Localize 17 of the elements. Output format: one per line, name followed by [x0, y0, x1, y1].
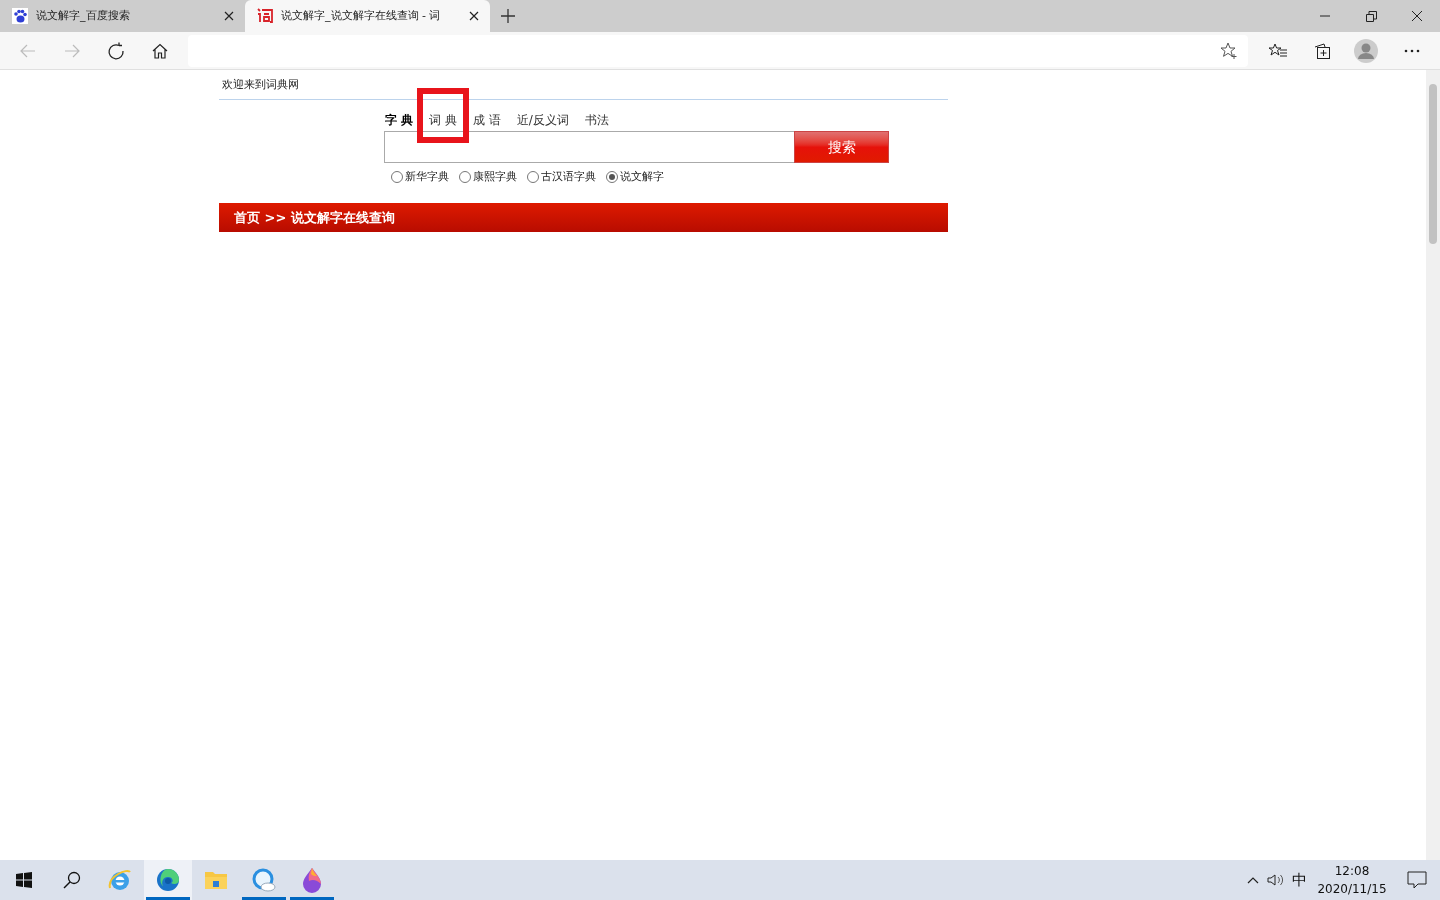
- radio-label: 古汉语字典: [541, 168, 596, 185]
- nav-link[interactable]: 书法: [584, 111, 609, 129]
- browser-tab[interactable]: 说文解字_说文解字在线查询 - 词: [245, 0, 490, 32]
- nav-link[interactable]: 词 典: [429, 111, 457, 129]
- nav-link[interactable]: 近/反义词: [516, 111, 569, 129]
- clock-date[interactable]: 2020/11/15: [1317, 880, 1387, 898]
- radio-label: 说文解字: [620, 168, 664, 185]
- radio-label: 康熙字典: [473, 168, 517, 185]
- search-button[interactable]: 搜索: [794, 131, 889, 163]
- breadcrumb: 首页 >> 说文解字在线查询: [234, 208, 395, 227]
- input-method-indicator[interactable]: 中: [1288, 868, 1310, 892]
- clock-time[interactable]: 12:08: [1334, 862, 1370, 880]
- welcome-text: 欢迎来到词典网: [222, 76, 299, 93]
- nav-link[interactable]: 成 语: [473, 111, 501, 129]
- browser-tab[interactable]: 说文解字_百度搜索: [0, 0, 245, 32]
- radio-label: 新华字典: [405, 168, 449, 185]
- nav-link[interactable]: 字 典: [385, 111, 414, 129]
